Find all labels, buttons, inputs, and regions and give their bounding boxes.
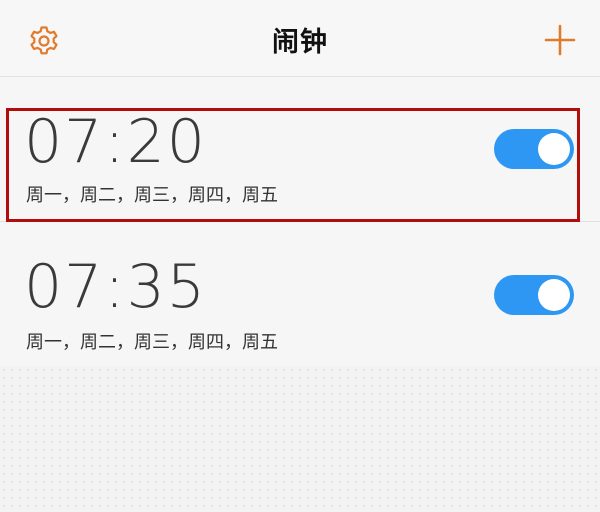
alarm-item[interactable]: 07:35 周一，周二，周三，周四，周五 [0, 222, 600, 366]
page-title: 闹钟 [272, 27, 328, 58]
alarm-toggle[interactable] [494, 275, 574, 315]
alarm-time: 07:35 [24, 252, 207, 322]
alarm-toggle[interactable] [494, 129, 574, 169]
alarm-time: 07:20 [24, 107, 207, 177]
toggle-knob [538, 279, 570, 311]
alarm-item[interactable]: 07:20 周一，周二，周三，周四，周五 [0, 77, 600, 221]
empty-list-area [0, 366, 600, 512]
plus-icon [544, 24, 576, 56]
alarm-repeat-days: 周一，周二，周三，周四，周五 [26, 185, 278, 206]
toggle-knob [538, 133, 570, 165]
add-alarm-button[interactable] [542, 22, 578, 58]
alarm-repeat-days: 周一，周二，周三，周四，周五 [26, 332, 278, 353]
app-header: 闹钟 [0, 0, 600, 77]
